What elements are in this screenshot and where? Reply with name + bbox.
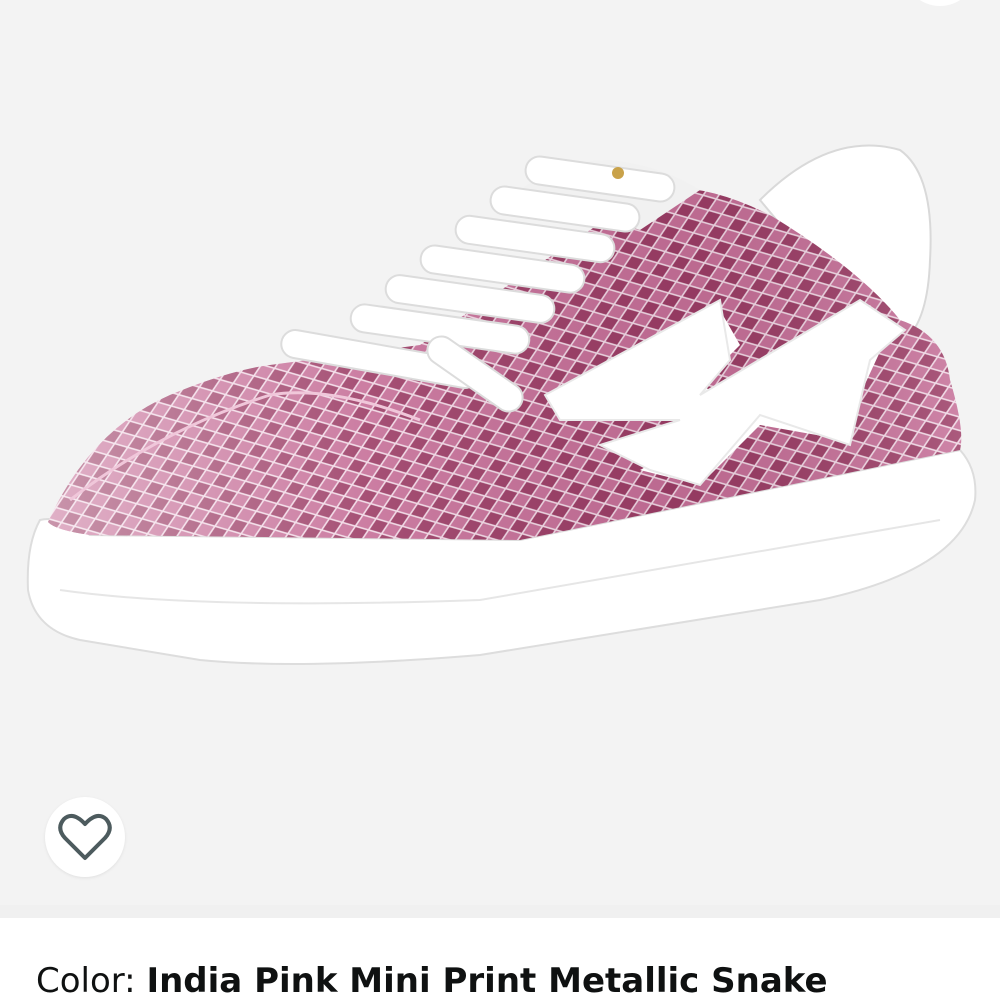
heart-outline-icon: [58, 813, 112, 860]
product-image-area[interactable]: [0, 0, 1000, 905]
wishlist-button[interactable]: [45, 797, 125, 877]
color-selection-row: Color: India Pink Mini Print Metallic Sn…: [36, 958, 986, 1004]
color-value: India Pink Mini Print Metallic Snake: [146, 961, 828, 1001]
color-label: Color:: [36, 961, 147, 1001]
product-image: [26, 144, 977, 665]
section-divider: [0, 905, 1000, 918]
